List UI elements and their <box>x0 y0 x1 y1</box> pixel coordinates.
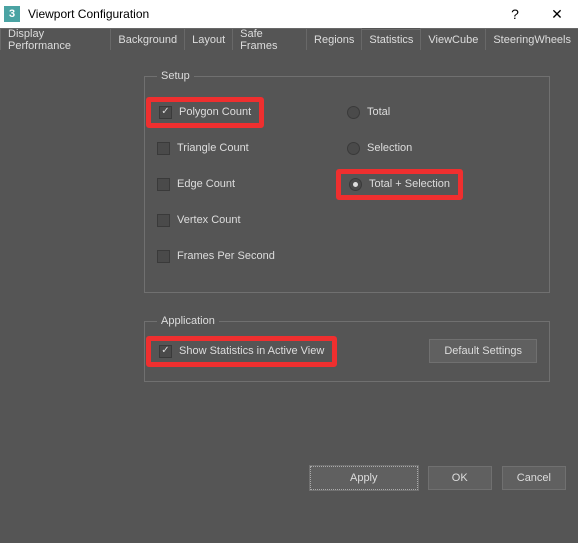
total-label: Total <box>367 106 390 118</box>
tab-background[interactable]: Background <box>110 28 185 50</box>
application-group: Application Show Statistics in Active Vi… <box>144 315 550 382</box>
vertex-count-label: Vertex Count <box>177 214 241 226</box>
setup-left-column: Polygon Count Triangle Count Edge Count … <box>157 94 347 274</box>
tab-steeringwheels[interactable]: SteeringWheels <box>485 28 578 50</box>
total-selection-label: Total + Selection <box>369 178 450 190</box>
selection-radio[interactable] <box>347 142 360 155</box>
polygon-count-label: Polygon Count <box>179 106 251 118</box>
cancel-button[interactable]: Cancel <box>502 466 566 490</box>
total-radio[interactable] <box>347 106 360 119</box>
tab-content: Setup Polygon Count Triangle Count <box>0 50 578 500</box>
setup-legend: Setup <box>157 70 194 82</box>
tab-display-performance[interactable]: Display Performance <box>0 28 111 50</box>
viewport-config-window: 3 Viewport Configuration ? ✕ Display Per… <box>0 0 578 543</box>
show-stats-label: Show Statistics in Active View <box>179 345 324 357</box>
app-icon: 3 <box>4 6 20 22</box>
triangle-count-label: Triangle Count <box>177 142 249 154</box>
selection-label: Selection <box>367 142 412 154</box>
close-button[interactable]: ✕ <box>536 0 578 28</box>
tab-viewcube[interactable]: ViewCube <box>420 28 486 50</box>
application-legend: Application <box>157 315 219 327</box>
ok-button[interactable]: OK <box>428 466 492 490</box>
titlebar: 3 Viewport Configuration ? ✕ <box>0 0 578 28</box>
fps-label: Frames Per Second <box>177 250 275 262</box>
window-controls: ? ✕ <box>494 0 578 28</box>
edge-count-checkbox[interactable] <box>157 178 170 191</box>
highlight-total-selection: Total + Selection <box>336 169 463 200</box>
edge-count-label: Edge Count <box>177 178 235 190</box>
highlight-polygon-count: Polygon Count <box>146 97 264 128</box>
setup-group: Setup Polygon Count Triangle Count <box>144 70 550 293</box>
fps-checkbox[interactable] <box>157 250 170 263</box>
tab-safe-frames[interactable]: Safe Frames <box>232 28 307 50</box>
default-settings-button[interactable]: Default Settings <box>429 339 537 363</box>
window-title: Viewport Configuration <box>28 7 494 21</box>
help-button[interactable]: ? <box>494 0 536 28</box>
tab-regions[interactable]: Regions <box>306 28 362 50</box>
highlight-show-stats: Show Statistics in Active View <box>146 336 337 367</box>
setup-right-column: Total Selection Total + Selection <box>347 94 537 274</box>
apply-button[interactable]: Apply <box>310 466 418 490</box>
vertex-count-checkbox[interactable] <box>157 214 170 227</box>
total-selection-radio[interactable] <box>349 178 362 191</box>
dialog-footer: Apply OK Cancel <box>310 466 566 490</box>
tab-statistics[interactable]: Statistics <box>361 29 421 51</box>
show-stats-checkbox[interactable] <box>159 345 172 358</box>
tab-layout[interactable]: Layout <box>184 28 233 50</box>
triangle-count-checkbox[interactable] <box>157 142 170 155</box>
polygon-count-checkbox[interactable] <box>159 106 172 119</box>
tab-bar: Display Performance Background Layout Sa… <box>0 28 578 50</box>
